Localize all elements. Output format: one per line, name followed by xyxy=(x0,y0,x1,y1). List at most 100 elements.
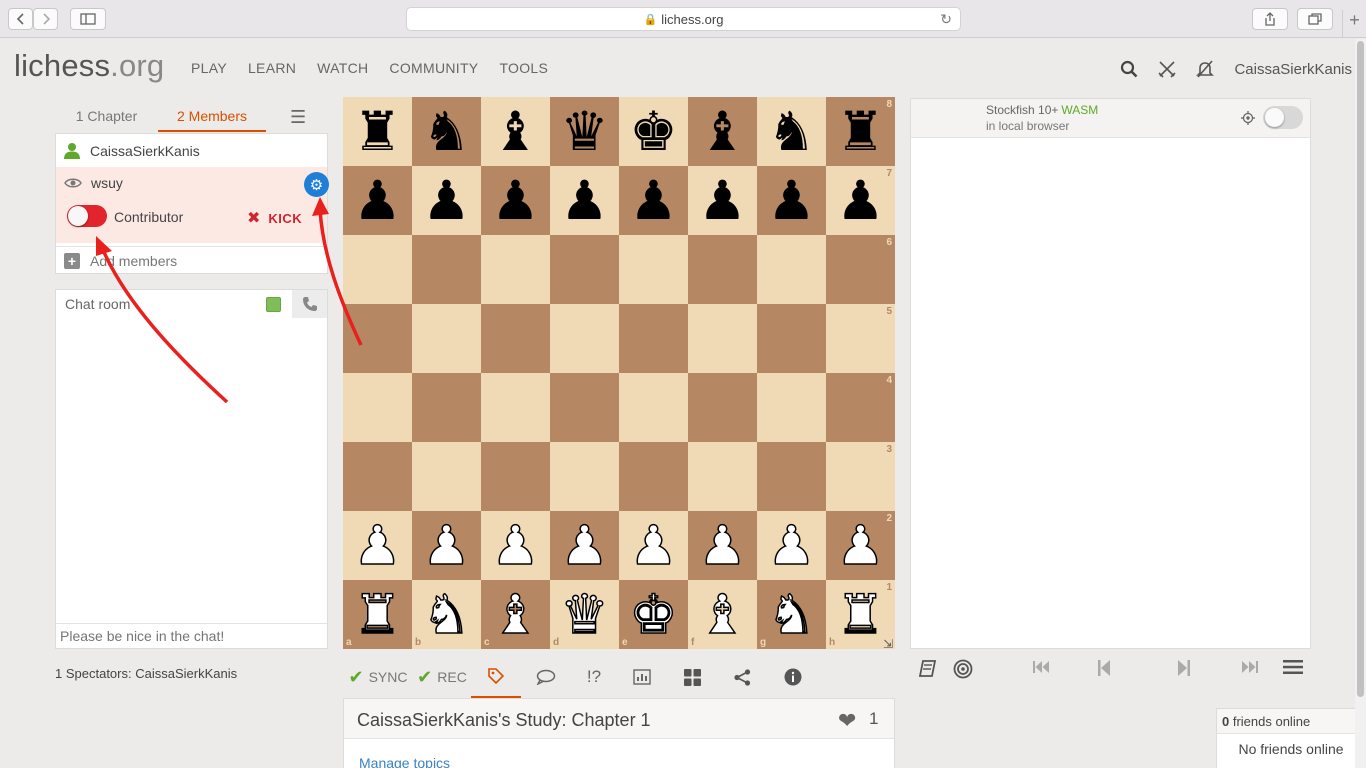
square-e7[interactable]: ♟ xyxy=(619,166,688,235)
square-g8[interactable]: ♞ xyxy=(757,97,826,166)
site-logo[interactable]: lichess.org xyxy=(14,48,164,84)
square-g1[interactable]: ♞ g xyxy=(757,580,826,649)
square-c3[interactable] xyxy=(481,442,550,511)
rec-button[interactable]: ✔ REC xyxy=(413,656,471,698)
practice-button[interactable] xyxy=(953,659,973,679)
square-e6[interactable] xyxy=(619,235,688,304)
square-a1[interactable]: ♜ a xyxy=(343,580,412,649)
search-icon[interactable] xyxy=(1118,58,1140,80)
menu-icon[interactable]: ☰ xyxy=(290,107,306,128)
square-d3[interactable] xyxy=(550,442,619,511)
square-a4[interactable] xyxy=(343,373,412,442)
square-c6[interactable] xyxy=(481,235,550,304)
square-f3[interactable] xyxy=(688,442,757,511)
info-tab[interactable] xyxy=(767,656,819,698)
square-g2[interactable]: ♟ xyxy=(757,511,826,580)
square-b8[interactable]: ♞ xyxy=(412,97,481,166)
white-pawn-icon[interactable]: ♟ xyxy=(560,517,610,573)
square-c7[interactable]: ♟ xyxy=(481,166,550,235)
white-king-icon[interactable]: ♚ xyxy=(629,586,679,642)
nav-learn[interactable]: LEARN xyxy=(248,60,296,76)
white-pawn-icon[interactable]: ♟ xyxy=(698,517,748,573)
sync-button[interactable]: ✔ SYNC xyxy=(343,656,413,698)
white-knight-icon[interactable]: ♞ xyxy=(767,586,817,642)
square-f7[interactable]: ♟ xyxy=(688,166,757,235)
square-d1[interactable]: ♛ d xyxy=(550,580,619,649)
square-e2[interactable]: ♟ xyxy=(619,511,688,580)
square-c5[interactable] xyxy=(481,304,550,373)
white-pawn-icon[interactable]: ♟ xyxy=(629,517,679,573)
white-rook-icon[interactable]: ♜ xyxy=(836,586,886,642)
friends-header[interactable]: 0 friends online xyxy=(1217,709,1365,734)
square-f8[interactable]: ♝ xyxy=(688,97,757,166)
white-knight-icon[interactable]: ♞ xyxy=(422,586,472,642)
new-tab-button[interactable]: + xyxy=(1342,10,1366,38)
share-button[interactable] xyxy=(1252,8,1288,30)
black-king-icon[interactable]: ♚ xyxy=(629,104,677,159)
contributor-toggle[interactable] xyxy=(67,205,107,227)
black-knight-icon[interactable]: ♞ xyxy=(422,104,470,159)
last-move-button[interactable] xyxy=(1241,659,1259,675)
square-d5[interactable] xyxy=(550,304,619,373)
square-g7[interactable]: ♟ xyxy=(757,166,826,235)
share-tab[interactable] xyxy=(717,656,767,698)
nav-watch[interactable]: WATCH xyxy=(317,60,368,76)
square-a2[interactable]: ♟ xyxy=(343,511,412,580)
nav-community[interactable]: COMMUNITY xyxy=(389,60,478,76)
page-scrollbar[interactable] xyxy=(1355,39,1366,768)
square-h4[interactable]: 4 xyxy=(826,373,895,442)
kick-button[interactable]: ✖ KICK xyxy=(247,208,302,228)
square-d8[interactable]: ♛ xyxy=(550,97,619,166)
black-knight-icon[interactable]: ♞ xyxy=(767,104,815,159)
square-a7[interactable]: ♟ xyxy=(343,166,412,235)
square-b5[interactable] xyxy=(412,304,481,373)
white-rook-icon[interactable]: ♜ xyxy=(353,586,403,642)
chat-title[interactable]: Chat room xyxy=(65,296,130,312)
black-bishop-icon[interactable]: ♝ xyxy=(698,104,746,159)
chess-board[interactable]: ♜ ♞ ♝ ♛ ♚ ♝ ♞ ♜ 8 ♟ ♟ ♟ ♟ ♟ ♟ ♟ ♟ 7 6 5 4 3 ♟ ♟ ♟ ♟ ♟ ♟ ♟ ♟ 2 ♜ a ♞ b ♝ c ♛ d ♚… xyxy=(343,97,895,649)
square-e1[interactable]: ♚ e xyxy=(619,580,688,649)
square-h8[interactable]: ♜ 8 xyxy=(826,97,895,166)
square-f1[interactable]: ♝ f xyxy=(688,580,757,649)
square-h7[interactable]: ♟ 7 xyxy=(826,166,895,235)
heart-icon[interactable]: ❤ xyxy=(838,708,856,734)
square-b3[interactable] xyxy=(412,442,481,511)
square-a6[interactable] xyxy=(343,235,412,304)
manage-topics-link[interactable]: Manage topics xyxy=(359,755,450,768)
add-members-button[interactable]: + Add members xyxy=(56,246,327,274)
member-settings-button[interactable]: ⚙ xyxy=(304,172,329,197)
swords-icon[interactable] xyxy=(1156,58,1178,80)
tab-chapters[interactable]: 1 Chapter xyxy=(55,104,158,132)
engine-toggle[interactable] xyxy=(1263,106,1303,129)
next-move-button[interactable] xyxy=(1177,659,1191,677)
analysis-menu-button[interactable] xyxy=(1283,659,1303,675)
opening-book-button[interactable] xyxy=(918,659,938,679)
comments-tab[interactable] xyxy=(521,656,571,698)
chat-input[interactable] xyxy=(56,623,327,648)
reload-icon[interactable]: ↻ xyxy=(940,11,952,28)
square-a3[interactable] xyxy=(343,442,412,511)
square-b4[interactable] xyxy=(412,373,481,442)
chapters-grid-tab[interactable] xyxy=(667,656,717,698)
black-rook-icon[interactable]: ♜ xyxy=(836,104,884,159)
square-g6[interactable] xyxy=(757,235,826,304)
square-a8[interactable]: ♜ xyxy=(343,97,412,166)
square-d6[interactable] xyxy=(550,235,619,304)
voice-chat-tab[interactable] xyxy=(292,290,327,318)
white-pawn-icon[interactable]: ♟ xyxy=(491,517,541,573)
black-bishop-icon[interactable]: ♝ xyxy=(491,104,539,159)
square-h3[interactable]: 3 xyxy=(826,442,895,511)
black-pawn-icon[interactable]: ♟ xyxy=(422,173,470,228)
black-pawn-icon[interactable]: ♟ xyxy=(353,173,401,228)
chart-tab[interactable] xyxy=(617,656,667,698)
back-button[interactable] xyxy=(8,8,33,30)
square-f2[interactable]: ♟ xyxy=(688,511,757,580)
square-e5[interactable] xyxy=(619,304,688,373)
resize-handle-icon[interactable]: ⇲ xyxy=(883,637,893,651)
square-h2[interactable]: ♟ 2 xyxy=(826,511,895,580)
first-move-button[interactable] xyxy=(1032,659,1050,675)
white-bishop-icon[interactable]: ♝ xyxy=(698,586,748,642)
glyphs-tab[interactable]: !? xyxy=(571,656,617,698)
nav-tools[interactable]: TOOLS xyxy=(499,60,548,76)
tab-members[interactable]: 2 Members xyxy=(158,104,266,132)
